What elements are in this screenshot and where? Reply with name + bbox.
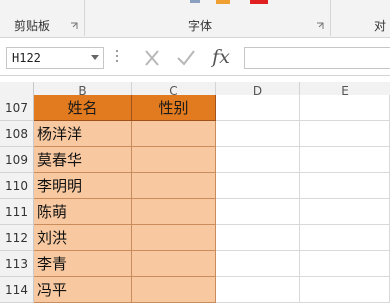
fill-color-swatch[interactable] <box>216 0 230 4</box>
cell-name[interactable]: 李青 <box>34 251 132 277</box>
cell-gender[interactable] <box>132 277 216 303</box>
alignment-group-label: 对 <box>374 19 387 33</box>
row-header[interactable]: 111 <box>0 199 34 225</box>
cell-name[interactable]: 李明明 <box>34 173 132 199</box>
formula-bar-grip[interactable] <box>116 50 119 66</box>
cell[interactable] <box>216 199 300 225</box>
cell[interactable] <box>300 147 390 173</box>
name-box[interactable]: H122 <box>6 47 104 69</box>
chevron-down-icon[interactable] <box>91 55 99 60</box>
cell-name[interactable]: 陈萌 <box>34 199 132 225</box>
row-header[interactable]: 114 <box>0 277 34 303</box>
cell[interactable] <box>300 173 390 199</box>
cell-gender[interactable] <box>132 147 216 173</box>
cell-name-header[interactable]: 姓名 <box>34 95 132 121</box>
row-header[interactable]: 112 <box>0 225 34 251</box>
font-color-swatch[interactable] <box>250 0 268 4</box>
cell[interactable] <box>216 147 300 173</box>
cell[interactable] <box>216 173 300 199</box>
cell-gender[interactable] <box>132 173 216 199</box>
insert-function-button[interactable]: fx <box>208 46 234 70</box>
cell[interactable] <box>216 277 300 303</box>
ribbon-scroll-hint <box>190 0 200 3</box>
row-header[interactable]: 107 <box>0 95 34 121</box>
clipboard-group-label: 剪贴板 <box>14 19 51 33</box>
cell-gender[interactable] <box>132 225 216 251</box>
cell-name[interactable]: 莫春华 <box>34 147 132 173</box>
cell-name[interactable]: 冯平 <box>34 277 132 303</box>
cell[interactable] <box>300 251 390 277</box>
row-header[interactable]: 109 <box>0 147 34 173</box>
clipboard-launcher-icon[interactable] <box>70 22 78 30</box>
check-icon[interactable] <box>174 47 198 69</box>
formula-input[interactable] <box>244 47 390 69</box>
cell[interactable] <box>300 277 390 303</box>
font-launcher-icon[interactable] <box>316 22 324 30</box>
ribbon-separator <box>330 0 331 36</box>
row-header[interactable]: 113 <box>0 251 34 277</box>
cell[interactable] <box>300 199 390 225</box>
cell-gender[interactable] <box>132 251 216 277</box>
ribbon: 剪贴板 字体 对 <box>0 0 390 38</box>
cell-gender[interactable] <box>132 121 216 147</box>
formula-bar: H122 fx <box>0 38 390 76</box>
font-group-label: 字体 <box>188 19 213 33</box>
cell[interactable] <box>216 121 300 147</box>
cell-gender[interactable] <box>132 199 216 225</box>
spreadsheet-grid: B C D E 107 姓名 性别 108 杨洋洋 109 莫春华 110 李明… <box>0 76 390 305</box>
cell[interactable] <box>300 95 390 121</box>
cell-name[interactable]: 杨洋洋 <box>34 121 132 147</box>
row-header[interactable]: 108 <box>0 121 34 147</box>
name-box-value: H122 <box>12 51 41 65</box>
cell[interactable] <box>216 225 300 251</box>
cell[interactable] <box>300 121 390 147</box>
cell[interactable] <box>216 251 300 277</box>
cell-name[interactable]: 刘洪 <box>34 225 132 251</box>
ribbon-separator <box>84 0 85 36</box>
cell[interactable] <box>300 225 390 251</box>
close-icon[interactable] <box>140 47 164 69</box>
cell[interactable] <box>216 95 300 121</box>
cell-gender-header[interactable]: 性别 <box>132 95 216 121</box>
row-header[interactable]: 110 <box>0 173 34 199</box>
